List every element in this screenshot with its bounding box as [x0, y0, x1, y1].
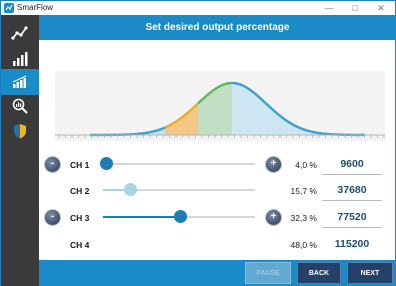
ch3-value: 77520 [337, 211, 367, 223]
ch2-slider-thumb[interactable] [124, 183, 137, 196]
maximize-button[interactable]: □ [345, 2, 365, 14]
ch3-decrease-button[interactable]: - [44, 209, 61, 226]
channel-row-3: - CH 3 + 32,3 % 77520 [39, 205, 396, 229]
back-button[interactable]: BACK [297, 262, 341, 284]
bar-chart-icon [13, 52, 28, 66]
ch3-slider-fill [103, 216, 183, 218]
ch1-decrease-button[interactable]: - [44, 156, 61, 173]
sidebar-item-security[interactable] [1, 118, 39, 144]
sidebar-item-analyze[interactable] [1, 93, 39, 119]
app-window: SmarFlow — □ ✕ Set desired output percen… [0, 0, 396, 286]
next-button[interactable]: NEXT [347, 262, 393, 284]
ch1-label: CH 1 [70, 160, 90, 170]
pause-button[interactable]: PAUSE [245, 262, 291, 284]
ch1-slider-track[interactable] [103, 163, 255, 165]
channel-row-1: - CH 1 + 4,0 % 9600 [39, 152, 396, 176]
ch4-value: 115200 [334, 238, 370, 250]
ch2-label: CH 2 [70, 186, 90, 196]
footer-bar: PAUSE BACK NEXT [39, 260, 396, 286]
page-header: Set desired output percentage [39, 15, 396, 40]
shield-icon [14, 124, 26, 139]
ch3-increase-button[interactable]: + [265, 209, 282, 226]
ch1-increase-button[interactable]: + [265, 156, 282, 173]
ch1-value: 9600 [340, 158, 364, 170]
sidebar-item-graph[interactable] [1, 20, 39, 46]
sidebar-item-output[interactable] [1, 69, 39, 95]
title-bar: SmarFlow — □ ✕ [1, 1, 395, 15]
ch2-percent: 15,7 % [290, 186, 317, 196]
minimize-button[interactable]: — [319, 2, 339, 14]
ch3-slider-thumb[interactable] [174, 210, 187, 223]
ch4-percent: 48,0 % [290, 240, 317, 250]
ch3-label: CH 3 [70, 213, 90, 223]
ch2-value-underline [322, 200, 382, 201]
ch1-percent: 4,0 % [295, 160, 317, 170]
ch4-label: CH 4 [70, 240, 90, 250]
ch3-value-underline [322, 227, 382, 228]
channel-row-2: CH 2 15,7 % 37680 [39, 178, 396, 202]
window-title: SmarFlow [17, 3, 54, 12]
page-title: Set desired output percentage [145, 22, 290, 33]
ch1-slider-thumb[interactable] [100, 157, 113, 170]
signal-bars-icon [12, 75, 27, 88]
ch3-percent: 32,3 % [290, 213, 317, 223]
search-chart-icon [12, 98, 28, 114]
close-button[interactable]: ✕ [371, 2, 391, 14]
ch1-value-underline [322, 174, 382, 175]
channel-row-4: CH 4 48,0 % 115200 [39, 232, 396, 256]
ch2-value: 37680 [337, 184, 367, 196]
graph-line-icon [11, 26, 28, 40]
app-logo-icon [4, 3, 14, 13]
distribution-chart [55, 71, 385, 141]
sidebar [1, 15, 39, 286]
